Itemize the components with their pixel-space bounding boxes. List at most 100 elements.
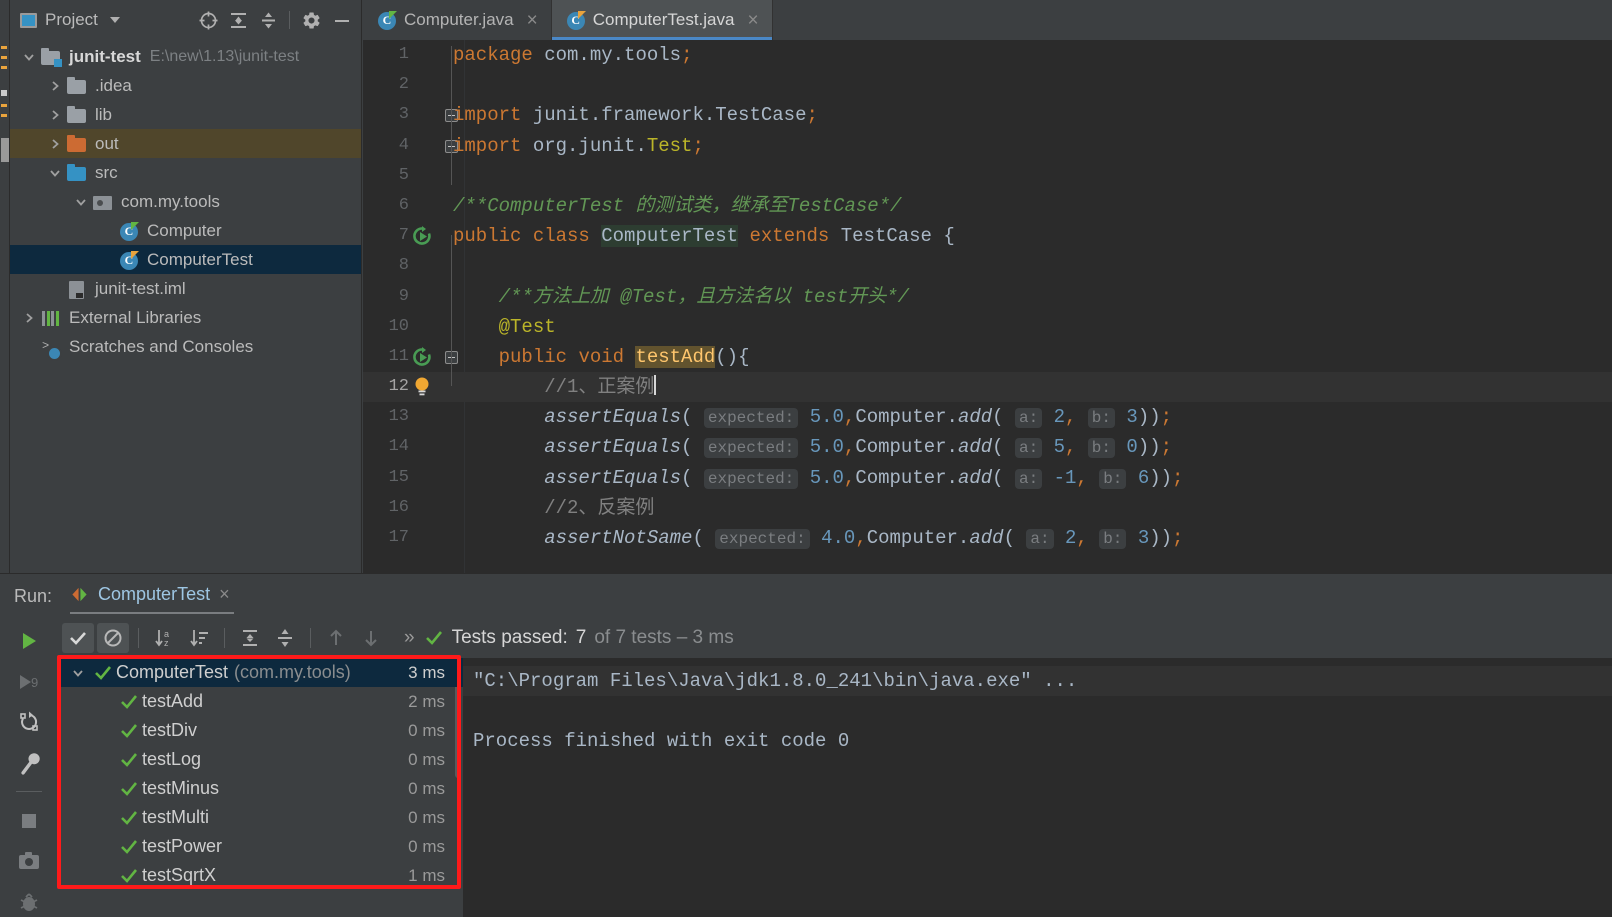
collapse-all-icon[interactable] [254,6,282,34]
tool-window-strip[interactable] [0,0,10,573]
tree-item-out[interactable]: out [10,129,361,158]
tree-item-com-my-tools[interactable]: com.my.tools [10,187,361,216]
tree-item-computer[interactable]: C Computer [10,216,361,245]
close-icon[interactable]: × [747,11,758,30]
scratches-icon: >_ [40,338,62,361]
tree-item-label: Computer [147,220,222,240]
test-duration-label: 0 ms [408,720,445,740]
code-line-15[interactable]: 15 assertEquals( expected: 5.0,Computer.… [363,463,1612,493]
hide-ignored-icon[interactable] [97,623,129,653]
tree-item-lib[interactable]: lib [10,100,361,129]
tree-item-path: E:\new\1.13\junit-test [149,47,300,65]
tree-item-src[interactable]: src [10,158,361,187]
run-side-toolbar[interactable]: 9 [0,618,58,917]
code-line-12[interactable]: 12 //1、正案例 [363,372,1612,403]
run-configuration-tab[interactable]: ComputerTest × [66,578,238,614]
settings-wrench-icon[interactable] [12,748,46,779]
tree-item-external-libraries[interactable]: External Libraries [10,303,361,332]
test-status-bar: Tests passed: 7 of 7 tests – 3 ms [424,627,734,649]
code-line-2[interactable]: 2 [363,70,1612,100]
test-result-row[interactable]: testSqrtX 1 ms [58,861,463,890]
test-result-row[interactable]: ComputerTest (com.my.tools) 3 ms [58,658,463,687]
line-number: 16 [388,497,409,517]
expand-all-icon[interactable] [234,623,266,653]
project-title-button[interactable]: Project [16,8,124,32]
locate-icon[interactable] [194,6,222,34]
test-results-tree[interactable]: ComputerTest (com.my.tools) 3 ms testAdd 2 m… [58,658,463,917]
test-result-row[interactable]: testAdd 2 ms [58,687,463,716]
code-line-11[interactable]: 11 public void testAdd(){ [363,342,1612,372]
tree-item-junit-test-iml[interactable]: junit-test.iml [10,274,361,303]
rerun-icon[interactable] [12,626,46,657]
test-result-row[interactable]: testDiv 0 ms [58,716,463,745]
settings-gear-icon[interactable] [297,6,325,34]
show-passed-icon[interactable] [62,623,94,653]
rerun-failed-tests-icon[interactable]: 9 [12,667,46,698]
tree-item-junit-test[interactable]: junit-test E:\new\1.13\junit-test [10,42,361,71]
expand-all-icon[interactable] [224,6,252,34]
collapse-all-icon[interactable] [269,623,301,653]
line-number: 11 [388,346,409,366]
intention-bulb-icon[interactable] [411,372,447,402]
code-line-9[interactable]: 9 /**方法上加 @Test，且方法名以 test开头*/ [363,282,1612,312]
chevron-collapsed-icon[interactable] [18,303,40,332]
editor-tab-computertest-java[interactable]: C ComputerTest.java × [551,0,773,40]
chevron-collapsed-icon[interactable] [44,100,66,129]
close-icon[interactable]: × [527,11,538,30]
test-result-row[interactable]: testMinus 0 ms [58,774,463,803]
sort-alphabetically-icon[interactable]: a z [148,623,180,653]
close-icon[interactable]: × [219,584,230,605]
test-result-row[interactable]: testLog 0 ms [58,745,463,774]
line-number: 6 [398,195,409,215]
prev-test-icon[interactable] [320,623,352,653]
stop-icon[interactable] [12,805,46,836]
code-line-3[interactable]: 3 import junit.framework.TestCase; [363,100,1612,130]
run-panel-header: Run: ComputerTest × [0,574,1612,618]
project-tree[interactable]: junit-test E:\new\1.13\junit-test .idea lib… [10,40,361,361]
tree-item-scratches-and-consoles[interactable]: >_ Scratches and Consoles [10,332,361,361]
test-result-row[interactable]: testMulti 0 ms [58,803,463,832]
tree-item-label: .idea [95,75,132,95]
project-panel-header: Project [10,0,361,40]
code-line-6[interactable]: 6 /**ComputerTest 的测试类，继承至TestCase*/ [363,191,1612,221]
tree-item-label: Scratches and Consoles [69,336,254,356]
tree-item-idea[interactable]: .idea [10,71,361,100]
editor-tab-bar[interactable]: C Computer.java × C ComputerTest.java × [363,0,1612,40]
sort-by-duration-icon[interactable] [183,623,215,653]
editor-tab-computer-java[interactable]: C Computer.java × [363,0,552,40]
code-editor[interactable]: 1 package com.my.tools; 2 3 import junit.fra… [363,40,1612,573]
test-result-row[interactable]: testPower 0 ms [58,832,463,861]
chevron-expanded-icon[interactable] [70,187,92,216]
code-line-14[interactable]: 14 assertEquals( expected: 5.0,Computer.… [363,432,1612,462]
code-line-13[interactable]: 13 assertEquals( expected: 5.0,Computer.… [363,402,1612,432]
screenshot-icon[interactable] [12,846,46,877]
run-tool-window[interactable]: Run: ComputerTest × 9 a z » Tests passed… [0,573,1612,917]
tests-passed-detail: of 7 tests – 3 ms [594,627,734,648]
project-tool-window[interactable]: Project junit-test E:\new\1.13\junit-tes… [10,0,362,573]
tree-item-computertest[interactable]: C ComputerTest [10,245,361,274]
code-line-16[interactable]: 16 //2、反案例 [363,493,1612,523]
minimize-icon[interactable] [327,6,355,34]
editor-area: C Computer.java × C ComputerTest.java × 1 pack… [363,0,1612,573]
code-line-8[interactable]: 8 [363,251,1612,281]
code-line-4[interactable]: 4 import org.junit.Test; [363,131,1612,161]
console-output[interactable]: "C:\Program Files\Java\jdk1.8.0_241\bin\… [463,658,1612,917]
code-line-17[interactable]: 17 assertNotSame( expected: 4.0,Computer… [363,523,1612,553]
run-test-gutter-icon[interactable] [411,221,447,251]
chevron-expanded-icon[interactable] [44,158,66,187]
next-test-icon[interactable] [355,623,387,653]
code-line-7[interactable]: 7 public class ComputerTest extends TestC… [363,221,1612,251]
code-line-10[interactable]: 10 @Test [363,312,1612,342]
test-runner-toolbar[interactable]: a z » Tests passed: 7 of 7 tests – 3 ms [58,618,1612,658]
chevron-expanded-icon[interactable] [66,666,90,680]
line-number: 12 [388,377,409,397]
chevron-collapsed-icon[interactable] [44,71,66,100]
more-options-icon[interactable]: » [404,627,415,649]
debug-icon[interactable] [12,886,46,917]
restart-icon[interactable] [12,707,46,738]
chevron-expanded-icon[interactable] [18,42,40,71]
run-test-gutter-icon[interactable] [411,342,447,372]
code-line-1[interactable]: 1 package com.my.tools; [363,40,1612,70]
chevron-collapsed-icon[interactable] [44,129,66,158]
code-line-5[interactable]: 5 [363,161,1612,191]
